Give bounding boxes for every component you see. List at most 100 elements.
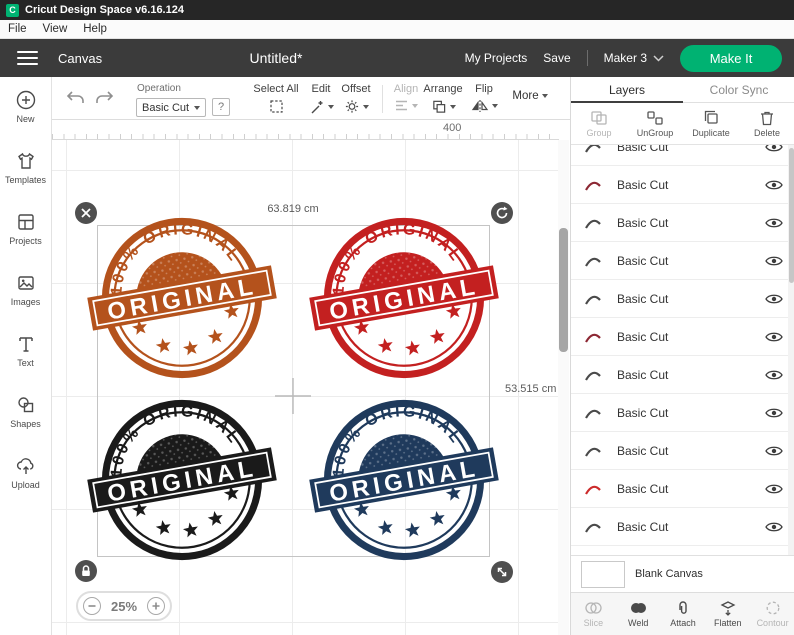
slice-icon bbox=[585, 602, 602, 614]
delete-button[interactable]: Delete bbox=[739, 103, 794, 144]
layer-row[interactable]: Basic Cut bbox=[571, 432, 794, 470]
operation-dropdown[interactable]: Basic Cut bbox=[136, 98, 206, 117]
design-canvas[interactable]: 100% ORIGINAL ORIGINAL 100% ORIGINAL ORIGI… bbox=[52, 140, 559, 635]
layer-thumb-shape bbox=[585, 295, 601, 305]
layer-thumbnail bbox=[583, 329, 609, 345]
layer-label: Basic Cut bbox=[617, 291, 669, 306]
hamburger-menu-icon[interactable] bbox=[17, 51, 38, 65]
flip-button[interactable]: Flip bbox=[462, 77, 506, 113]
layer-row[interactable]: Basic Cut bbox=[571, 470, 794, 508]
ruler-value: 400 bbox=[443, 122, 462, 134]
offset-button[interactable]: Offset bbox=[334, 77, 378, 114]
zoom-out-button[interactable] bbox=[83, 597, 101, 615]
group-icon bbox=[591, 110, 607, 125]
stamp-design-red[interactable]: 100% ORIGINAL ORIGINAL bbox=[309, 210, 499, 386]
eye-icon[interactable] bbox=[761, 483, 783, 495]
menu-view[interactable]: View bbox=[43, 23, 68, 35]
layer-thumbnail bbox=[583, 443, 609, 459]
layer-thumbnail bbox=[583, 177, 609, 193]
rotate-handle[interactable] bbox=[491, 202, 513, 224]
lock-icon bbox=[82, 565, 90, 576]
attach-button[interactable]: Attach bbox=[661, 593, 706, 635]
chevron-down-icon bbox=[194, 105, 200, 110]
layer-row[interactable]: Basic Cut bbox=[571, 508, 794, 546]
canvas-scrollbar[interactable] bbox=[558, 140, 569, 635]
layer-row[interactable]: Basic Cut bbox=[571, 204, 794, 242]
zoom-in-button[interactable] bbox=[147, 597, 165, 615]
my-projects-link[interactable]: My Projects bbox=[465, 51, 528, 65]
document-title[interactable]: Untitled* bbox=[250, 50, 303, 66]
upload-icon bbox=[16, 458, 33, 474]
sidebar-item-text[interactable]: Text bbox=[0, 333, 51, 394]
more-button[interactable]: More bbox=[504, 90, 556, 102]
eye-icon[interactable] bbox=[761, 255, 783, 267]
layer-label: Basic Cut bbox=[617, 215, 669, 230]
chevron-down-icon bbox=[541, 94, 548, 98]
lock-handle[interactable] bbox=[75, 560, 97, 582]
resize-arrow-icon bbox=[497, 567, 507, 577]
sidebar-item-upload[interactable]: Upload bbox=[0, 455, 51, 516]
layer-row[interactable]: Basic Cut bbox=[571, 394, 794, 432]
layers-scrollbar[interactable] bbox=[788, 145, 794, 555]
group-button[interactable]: Group bbox=[571, 103, 627, 144]
sidebar-item-projects[interactable]: Projects bbox=[0, 211, 51, 272]
layer-row[interactable]: Basic Cut bbox=[571, 166, 794, 204]
ungroup-button[interactable]: UnGroup bbox=[627, 103, 683, 144]
stamp-design-orange[interactable]: 100% ORIGINAL ORIGINAL bbox=[87, 210, 277, 386]
eye-icon[interactable] bbox=[761, 293, 783, 305]
stamp-design-navy[interactable]: 100% ORIGINAL ORIGINAL bbox=[309, 392, 499, 568]
eye-icon[interactable] bbox=[761, 521, 783, 533]
delete-handle[interactable] bbox=[75, 202, 97, 224]
tab-color-sync[interactable]: Color Sync bbox=[683, 77, 794, 102]
eye-icon[interactable] bbox=[761, 331, 783, 343]
layer-row[interactable]: Basic Cut bbox=[571, 242, 794, 280]
blank-canvas-row[interactable]: Blank Canvas bbox=[571, 555, 794, 592]
eye-icon[interactable] bbox=[761, 217, 783, 229]
layer-row[interactable]: Basic Cut bbox=[571, 145, 794, 166]
cricut-logo-icon: C bbox=[6, 3, 19, 17]
flatten-button[interactable]: Flatten bbox=[705, 593, 750, 635]
canvas-color-swatch[interactable] bbox=[581, 560, 625, 588]
action-label: Flatten bbox=[714, 618, 742, 628]
redo-icon[interactable] bbox=[94, 90, 114, 106]
eye-icon[interactable] bbox=[761, 145, 783, 153]
layer-row[interactable]: Basic Cut bbox=[571, 280, 794, 318]
layer-label: Basic Cut bbox=[617, 329, 669, 344]
horizontal-ruler: 400 bbox=[52, 120, 559, 140]
sidebar-item-shapes[interactable]: Shapes bbox=[0, 394, 51, 455]
chevron-down-icon bbox=[491, 104, 498, 108]
eye-icon[interactable] bbox=[761, 407, 783, 419]
layer-row[interactable]: Basic Cut bbox=[571, 356, 794, 394]
eye-icon[interactable] bbox=[761, 445, 783, 457]
operation-help-button[interactable]: ? bbox=[212, 98, 230, 116]
tab-layers[interactable]: Layers bbox=[571, 77, 683, 103]
select-all-button[interactable]: Select All bbox=[248, 77, 304, 114]
machine-selector[interactable]: Maker 3 bbox=[604, 51, 664, 65]
layers-scrollbar-thumb[interactable] bbox=[788, 148, 794, 283]
layer-thumbnail bbox=[583, 291, 609, 307]
layer-row[interactable]: Basic Cut bbox=[571, 318, 794, 356]
sidebar-item-templates[interactable]: Templates bbox=[0, 150, 51, 211]
resize-handle[interactable] bbox=[491, 561, 513, 583]
operation-label: Operation bbox=[137, 83, 181, 94]
menu-help[interactable]: Help bbox=[83, 23, 107, 35]
arrange-button[interactable]: Arrange bbox=[421, 77, 465, 114]
make-it-button[interactable]: Make It bbox=[680, 44, 782, 72]
weld-button[interactable]: Weld bbox=[616, 593, 661, 635]
sidebar-item-images[interactable]: Images bbox=[0, 272, 51, 333]
duplicate-button[interactable]: Duplicate bbox=[683, 103, 739, 144]
menu-file[interactable]: File bbox=[8, 23, 27, 35]
eye-icon[interactable] bbox=[761, 179, 783, 191]
selection-width-label: 63.819 cm bbox=[267, 203, 319, 215]
sidebar-item-new[interactable]: New bbox=[0, 89, 51, 150]
undo-icon[interactable] bbox=[66, 90, 86, 106]
layer-thumb-shape bbox=[585, 409, 601, 419]
eye-icon[interactable] bbox=[761, 369, 783, 381]
plus-circle-icon bbox=[16, 90, 35, 110]
canvas-scrollbar-thumb[interactable] bbox=[559, 228, 568, 352]
slice-button[interactable]: Slice bbox=[571, 593, 616, 635]
action-label: Weld bbox=[628, 618, 649, 628]
save-link[interactable]: Save bbox=[543, 51, 570, 65]
contour-button[interactable]: Contour bbox=[750, 593, 794, 635]
stamp-design-black[interactable]: 100% ORIGINAL ORIGINAL bbox=[87, 392, 277, 568]
